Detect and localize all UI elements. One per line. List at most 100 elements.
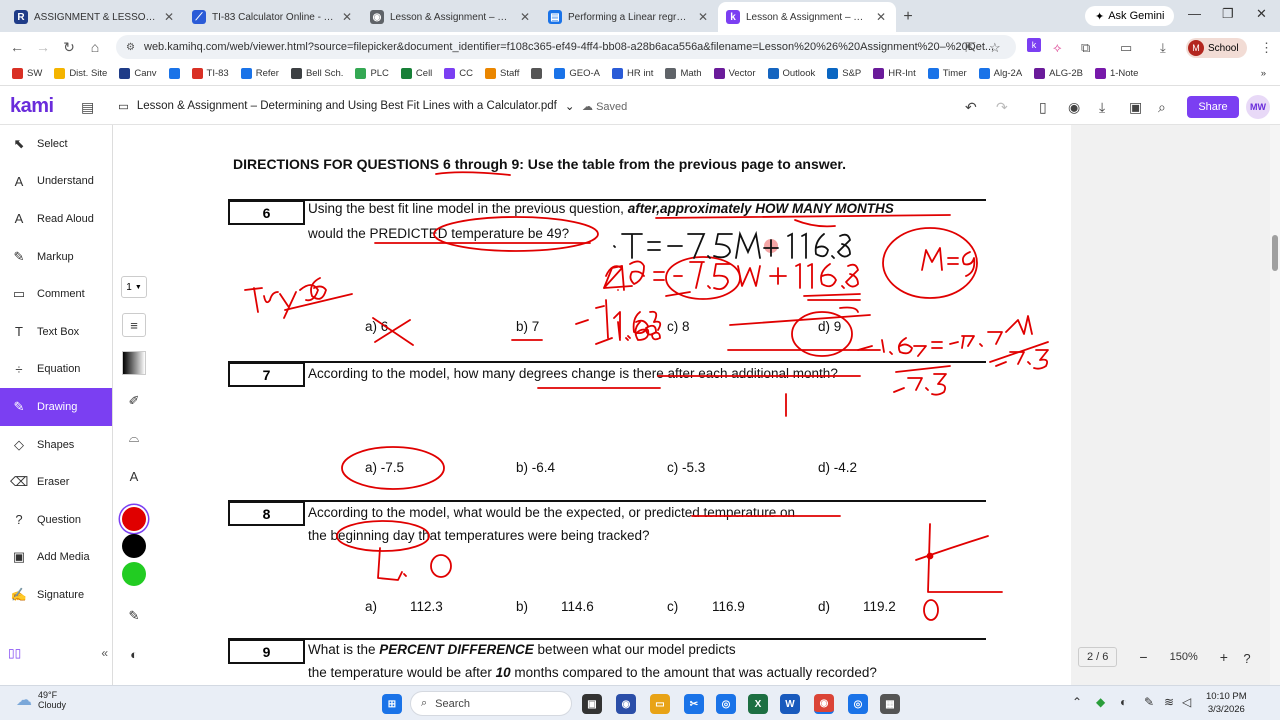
close-tab-icon[interactable]: ✕ bbox=[696, 10, 710, 24]
wifi-icon[interactable]: ≋ bbox=[1164, 695, 1174, 709]
tool-drawing[interactable]: ✎ Drawing bbox=[0, 388, 112, 426]
bookmark-item[interactable]: HR int bbox=[606, 68, 659, 79]
collapse-sidebar-icon[interactable]: « bbox=[101, 646, 108, 660]
answer-choice-letter[interactable]: b) bbox=[516, 599, 528, 614]
word-icon[interactable]: W bbox=[780, 694, 800, 714]
answer-choice[interactable]: b) 7 bbox=[516, 319, 539, 334]
extension-icon[interactable]: ⟡ bbox=[1053, 40, 1062, 56]
close-tab-icon[interactable]: ✕ bbox=[340, 10, 354, 24]
tool-equation[interactable]: ÷ Equation bbox=[0, 351, 112, 389]
page-indicator[interactable]: 2 / 6 bbox=[1078, 647, 1118, 667]
zoom-in-icon[interactable]: + bbox=[1220, 649, 1228, 665]
search-icon[interactable]: ⌕ bbox=[1158, 99, 1166, 116]
tool-markup[interactable]: ✎ Markup bbox=[0, 238, 112, 276]
answer-choice-letter[interactable]: c) bbox=[667, 599, 678, 614]
tool-add-media[interactable]: ▣ Add Media bbox=[0, 539, 112, 577]
taskbar-search[interactable]: ⌕ Search bbox=[410, 691, 572, 716]
zoom-out-icon[interactable]: − bbox=[1139, 649, 1147, 665]
profile-button[interactable]: M School bbox=[1186, 38, 1247, 58]
tray-app-icon[interactable]: ◆ bbox=[1096, 695, 1105, 709]
bookmark-item[interactable]: 1-Note bbox=[1089, 68, 1145, 79]
tool-comment[interactable]: ▭ Comment bbox=[0, 275, 112, 313]
undo-icon[interactable]: ↶ bbox=[965, 99, 977, 116]
browser-tab[interactable]: R ASSIGNMENT & LESSON - Ma ✕ bbox=[6, 2, 184, 32]
excel-icon[interactable]: X bbox=[748, 694, 768, 714]
pen-icon[interactable]: ✐ bbox=[122, 389, 146, 413]
answer-choice-value[interactable]: 116.9 bbox=[712, 599, 745, 614]
bookmark-item[interactable]: S&P bbox=[821, 68, 867, 79]
bookmark-item[interactable] bbox=[525, 68, 548, 79]
answer-choice-letter[interactable]: a) bbox=[365, 599, 377, 614]
app-icon[interactable]: ◎ bbox=[848, 694, 868, 714]
stroke-size-select[interactable]: 1 ▼ bbox=[121, 276, 147, 298]
home-icon[interactable]: ⌂ bbox=[82, 39, 108, 55]
download-icon[interactable]: ⤓ bbox=[1099, 99, 1105, 116]
windows-start-icon[interactable]: ⊞ bbox=[382, 694, 402, 714]
close-tab-icon[interactable]: ✕ bbox=[874, 10, 888, 24]
library-icon[interactable]: ▤ bbox=[81, 99, 94, 116]
scrollbar-thumb[interactable] bbox=[1272, 235, 1278, 271]
tray-chevron-icon[interactable]: ⌃ bbox=[1072, 695, 1082, 709]
stroke-style-icon[interactable]: ≡ bbox=[122, 313, 146, 337]
bookmark-item[interactable]: Refer bbox=[235, 68, 285, 79]
tool-shapes[interactable]: ◇ Shapes bbox=[0, 426, 112, 464]
bookmark-item[interactable]: Bell Sch. bbox=[285, 68, 350, 79]
bookmark-item[interactable]: Canv bbox=[113, 68, 162, 79]
eyedropper-icon[interactable]: ✎ bbox=[122, 604, 146, 628]
audio-app-icon[interactable]: ◉ bbox=[616, 694, 636, 714]
cast-icon[interactable]: ▭ bbox=[1120, 40, 1132, 56]
palette-icon[interactable]: ◐ bbox=[122, 642, 146, 666]
pen-icon[interactable]: ✎ bbox=[1144, 695, 1154, 709]
browser-tab[interactable]: ⟋ TI-83 Calculator Online - Ti84C ✕ bbox=[184, 2, 362, 32]
view-icon[interactable]: ◉ bbox=[1068, 99, 1080, 116]
new-tab-button[interactable]: + bbox=[896, 2, 920, 32]
extensions-puzzle-icon[interactable]: ⧉ bbox=[1081, 40, 1090, 56]
document-icon[interactable]: ▯ bbox=[1039, 99, 1047, 116]
answer-choice[interactable]: d) 9 bbox=[818, 319, 841, 334]
tool-text-box[interactable]: T Text Box bbox=[0, 313, 112, 351]
answer-choice[interactable]: d) -4.2 bbox=[818, 460, 857, 475]
tool-question[interactable]: ? Question bbox=[0, 501, 112, 539]
answer-choice[interactable]: c) 8 bbox=[667, 319, 690, 334]
site-info-icon[interactable]: ⚙ bbox=[126, 42, 135, 53]
avatar[interactable]: MW bbox=[1246, 95, 1270, 119]
snipping-tool-icon[interactable]: ✂ bbox=[684, 694, 704, 714]
bookmark-item[interactable]: PLC bbox=[349, 68, 394, 79]
answer-choice-value[interactable]: 114.6 bbox=[561, 599, 594, 614]
bookmark-item[interactable]: Staff bbox=[479, 68, 525, 79]
vertical-scrollbar[interactable] bbox=[1270, 125, 1280, 685]
tray-app-icon[interactable]: ◐ bbox=[1120, 695, 1127, 709]
weather-widget[interactable]: ☁ 49°F Cloudy bbox=[16, 690, 66, 710]
close-window-icon[interactable]: ✕ bbox=[1256, 6, 1267, 22]
tool-read-aloud[interactable]: A Read Aloud bbox=[0, 200, 112, 238]
system-clock[interactable]: 10:10 PM 3/3/2026 bbox=[1206, 690, 1247, 716]
more-bookmarks-icon[interactable]: » bbox=[1255, 68, 1280, 79]
briefcase-icon[interactable]: ▣ bbox=[1129, 99, 1142, 116]
browser-tab[interactable]: ▤ Performing a Linear regression ✕ bbox=[540, 2, 718, 32]
answer-choice-value[interactable]: 112.3 bbox=[410, 599, 443, 614]
pdf-page[interactable]: DIRECTIONS FOR QUESTIONS 6 through 9: Us… bbox=[155, 125, 1071, 685]
forward-icon[interactable]: → bbox=[30, 39, 56, 55]
volume-icon[interactable]: ◁ bbox=[1182, 695, 1191, 709]
install-app-icon[interactable]: ⇱ bbox=[965, 40, 976, 56]
text-pen-icon[interactable]: A bbox=[122, 464, 146, 488]
help-icon[interactable]: ? bbox=[1236, 647, 1258, 669]
browser-tab[interactable]: ◉ Lesson & Assignment – Determ ✕ bbox=[362, 2, 540, 32]
bookmark-item[interactable]: Alg-2A bbox=[973, 68, 1029, 79]
color-red-swatch[interactable] bbox=[122, 507, 146, 531]
bookmark-item[interactable]: Vector bbox=[708, 68, 762, 79]
answer-choice[interactable]: b) -6.4 bbox=[516, 460, 555, 475]
document-title[interactable]: ▭ Lesson & Assignment – Determining and … bbox=[118, 99, 575, 113]
share-button[interactable]: Share bbox=[1187, 96, 1239, 118]
bookmark-item[interactable]: Math bbox=[659, 68, 707, 79]
kami-extension-icon[interactable]: k bbox=[1027, 38, 1041, 52]
bookmark-item[interactable]: TI-83 bbox=[186, 68, 235, 79]
ask-gemini-button[interactable]: ✦ Ask Gemini bbox=[1085, 6, 1175, 26]
bookmark-item[interactable]: Timer bbox=[922, 68, 973, 79]
downloads-icon[interactable]: ⤓ bbox=[1160, 40, 1166, 56]
close-tab-icon[interactable]: ✕ bbox=[162, 10, 176, 24]
color-green-swatch[interactable] bbox=[122, 562, 146, 586]
answer-choice[interactable]: a) 6 bbox=[365, 319, 388, 334]
tool-understand[interactable]: A Understand bbox=[0, 163, 112, 201]
bookmark-item[interactable]: CC bbox=[438, 68, 479, 79]
